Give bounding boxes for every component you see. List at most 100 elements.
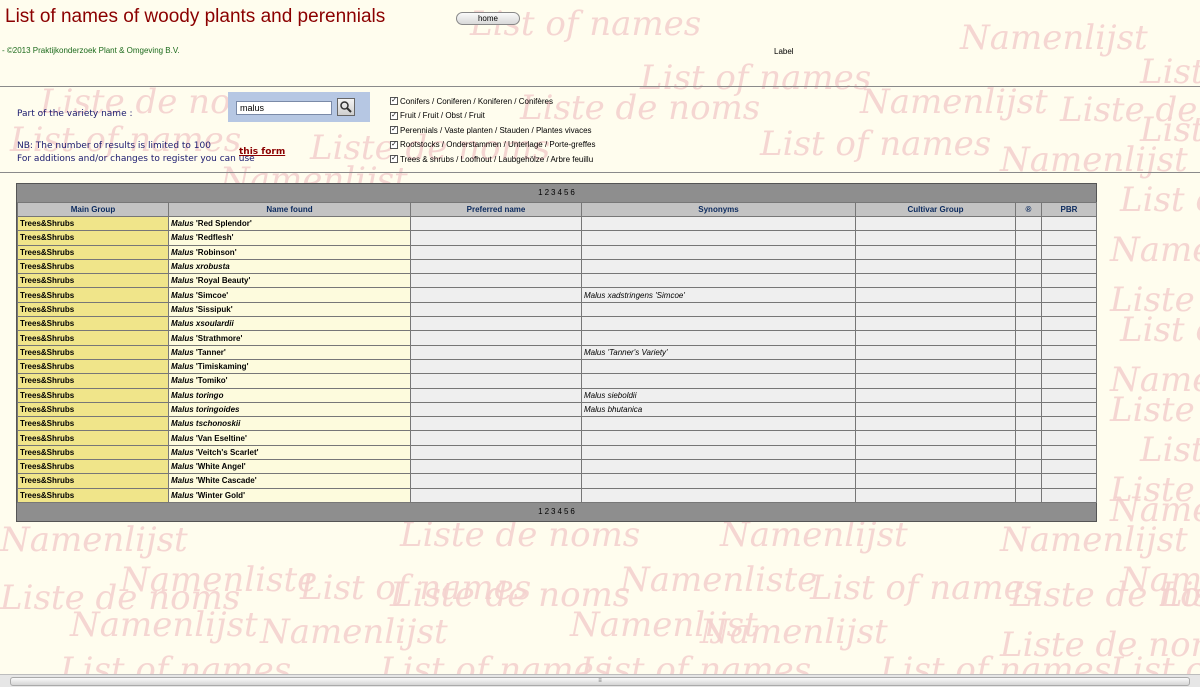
cultivar-group-cell [855, 430, 1016, 446]
name-found-cell[interactable]: Malus 'Robinson' [168, 244, 411, 260]
table-row[interactable]: Trees&Shrubs Malus xsoulardii [17, 316, 1097, 332]
results-table: 123456 Main Group Name found Preferred nam… [16, 183, 1097, 522]
checkbox[interactable]: ✓ [390, 140, 398, 149]
table-row[interactable]: Trees&Shrubs Malus 'Strathmore' [17, 330, 1097, 346]
name-found-cell[interactable]: Malus 'Simcoe' [168, 287, 411, 303]
table-row[interactable]: Trees&Shrubs Malus xrobusta [17, 258, 1097, 275]
genus-text: Malus [171, 262, 194, 272]
checkbox[interactable]: ✓ [390, 155, 398, 164]
table-row[interactable]: Trees&Shrubs Malus 'Winter Gold' [17, 487, 1097, 503]
table-row[interactable]: Trees&Shrubs Malus 'Redflesh' [17, 230, 1097, 246]
synonyms-cell: Malus xadstringens 'Simcoe' [581, 287, 856, 303]
preferred-name-cell [410, 244, 582, 260]
category-checkbox-row[interactable]: ✓ Rootstocks / Onderstammen / Unterlage /… [390, 138, 596, 153]
name-found-cell[interactable]: Malus 'Strathmore' [168, 330, 411, 346]
category-checkbox-row[interactable]: ✓ Perennials / Vaste planten / Stauden / … [390, 123, 596, 138]
page-link[interactable]: 2 [545, 507, 549, 516]
genus-text: Malus [171, 362, 194, 372]
table-row[interactable]: Trees&Shrubs Malus 'Tomiko' [17, 373, 1097, 389]
pbr-cell [1041, 273, 1097, 289]
checkbox[interactable]: ✓ [390, 126, 398, 135]
search-input[interactable] [236, 101, 332, 115]
checkbox[interactable]: ✓ [390, 97, 398, 106]
pbr-cell [1041, 459, 1097, 475]
table-row[interactable]: Trees&Shrubs Malus 'Tanner' Malus 'Tanner'… [17, 344, 1097, 360]
pbr-cell [1041, 344, 1097, 360]
registered-cell [1015, 258, 1042, 275]
name-found-cell[interactable]: Malus 'Tanner' [168, 344, 411, 360]
main-group-cell: Trees&Shrubs [17, 444, 169, 461]
page-link[interactable]: 5 [564, 188, 568, 197]
table-row[interactable]: Trees&Shrubs Malus 'White Cascade' [17, 473, 1097, 489]
epithet-text: 'Strathmore' [195, 333, 243, 343]
page-link[interactable]: 3 [551, 188, 555, 197]
checkbox[interactable]: ✓ [390, 111, 398, 120]
table-row[interactable]: Trees&Shrubs Malus 'Simcoe' Malus xadstrin… [17, 287, 1097, 303]
table-row[interactable]: Trees&Shrubs Malus 'Robinson' [17, 244, 1097, 260]
name-found-cell[interactable]: Malus 'White Angel' [168, 459, 411, 475]
page-link[interactable]: 3 [551, 507, 555, 516]
home-button[interactable]: home [456, 12, 520, 25]
main-group-cell: Trees&Shrubs [17, 416, 169, 432]
main-group-cell: Trees&Shrubs [17, 330, 169, 346]
table-row[interactable]: Trees&Shrubs Malus 'Royal Beauty' [17, 273, 1097, 289]
divider-top [0, 86, 1200, 87]
cultivar-group-cell [855, 244, 1016, 260]
table-row[interactable]: Trees&Shrubs Malus toringo Malus sieboldii [17, 387, 1097, 403]
name-found-cell[interactable]: Malus 'Timiskaming' [168, 358, 411, 375]
main-group-cell: Trees&Shrubs [17, 273, 169, 289]
this-form-link[interactable]: this form [239, 147, 285, 157]
name-found-cell[interactable]: Malus 'Van Eseltine' [168, 430, 411, 446]
search-button[interactable] [337, 98, 355, 116]
name-found-cell[interactable]: Malus tschonoskii [168, 416, 411, 432]
preferred-name-cell [410, 387, 582, 403]
genus-text: Malus [171, 347, 194, 357]
page-link[interactable]: 6 [570, 188, 574, 197]
table-header-row: Main Group Name found Preferred name Synony… [17, 202, 1097, 217]
page-link[interactable]: 2 [545, 188, 549, 197]
name-found-cell[interactable]: Malus 'Sissipuk' [168, 301, 411, 318]
category-checkbox-row[interactable]: ✓ Fruit / Fruit / Obst / Fruit [390, 109, 596, 124]
horizontal-scrollbar[interactable]: ≡ [0, 674, 1200, 687]
name-found-cell[interactable]: Malus 'White Cascade' [168, 473, 411, 489]
page-link[interactable]: 4 [558, 507, 562, 516]
table-row[interactable]: Trees&Shrubs Malus 'White Angel' [17, 459, 1097, 475]
page-link[interactable]: 5 [564, 507, 568, 516]
table-row[interactable]: Trees&Shrubs Malus 'Veitch's Scarlet' [17, 444, 1097, 461]
pbr-cell [1041, 244, 1097, 260]
table-row[interactable]: Trees&Shrubs Malus 'Timiskaming' [17, 358, 1097, 375]
category-checkbox-row[interactable]: ✓ Trees & shrubs / Loofhout / Laubgehölze… [390, 152, 596, 167]
name-found-cell[interactable]: Malus toringoides [168, 401, 411, 418]
name-found-cell[interactable]: Malus 'Tomiko' [168, 373, 411, 389]
name-found-cell[interactable]: Malus 'Veitch's Scarlet' [168, 444, 411, 461]
epithet-text: 'Tanner' [195, 347, 226, 357]
cultivar-group-cell [855, 230, 1016, 246]
name-found-cell[interactable]: Malus 'Royal Beauty' [168, 273, 411, 289]
cultivar-group-cell [855, 487, 1016, 503]
genus-text: Malus [171, 319, 194, 329]
table-row[interactable]: Trees&Shrubs Malus 'Sissipuk' [17, 301, 1097, 318]
main-group-cell: Trees&Shrubs [17, 344, 169, 360]
table-row[interactable]: Trees&Shrubs Malus toringoides Malus bhuta… [17, 401, 1097, 418]
page-link[interactable]: 6 [570, 507, 574, 516]
name-found-cell[interactable]: Malus 'Redflesh' [168, 230, 411, 246]
table-row[interactable]: Trees&Shrubs Malus 'Van Eseltine' [17, 430, 1097, 446]
name-found-cell[interactable]: Malus xsoulardii [168, 316, 411, 332]
name-found-cell[interactable]: Malus 'Red Splendor' [168, 215, 411, 232]
pbr-cell [1041, 287, 1097, 303]
registered-cell [1015, 487, 1042, 503]
page-link[interactable]: 1 [538, 188, 542, 197]
synonyms-cell [581, 358, 856, 375]
name-found-cell[interactable]: Malus xrobusta [168, 258, 411, 275]
category-checkbox-row[interactable]: ✓ Conifers / Coniferen / Koniferen / Coni… [390, 94, 596, 109]
table-row[interactable]: Trees&Shrubs Malus tschonoskii [17, 416, 1097, 432]
page-link[interactable]: 4 [558, 188, 562, 197]
name-found-cell[interactable]: Malus toringo [168, 387, 411, 403]
registered-cell [1015, 287, 1042, 303]
page-link[interactable]: 1 [538, 507, 542, 516]
table-row[interactable]: Trees&Shrubs Malus 'Red Splendor' [17, 215, 1097, 232]
epithet-text: 'Van Eseltine' [195, 433, 247, 443]
scrollbar-thumb[interactable]: ≡ [10, 677, 1190, 686]
name-found-cell[interactable]: Malus 'Winter Gold' [168, 487, 411, 503]
copyright-text: - ©2013 Praktijkonderzoek Plant & Omgevi… [2, 46, 180, 55]
